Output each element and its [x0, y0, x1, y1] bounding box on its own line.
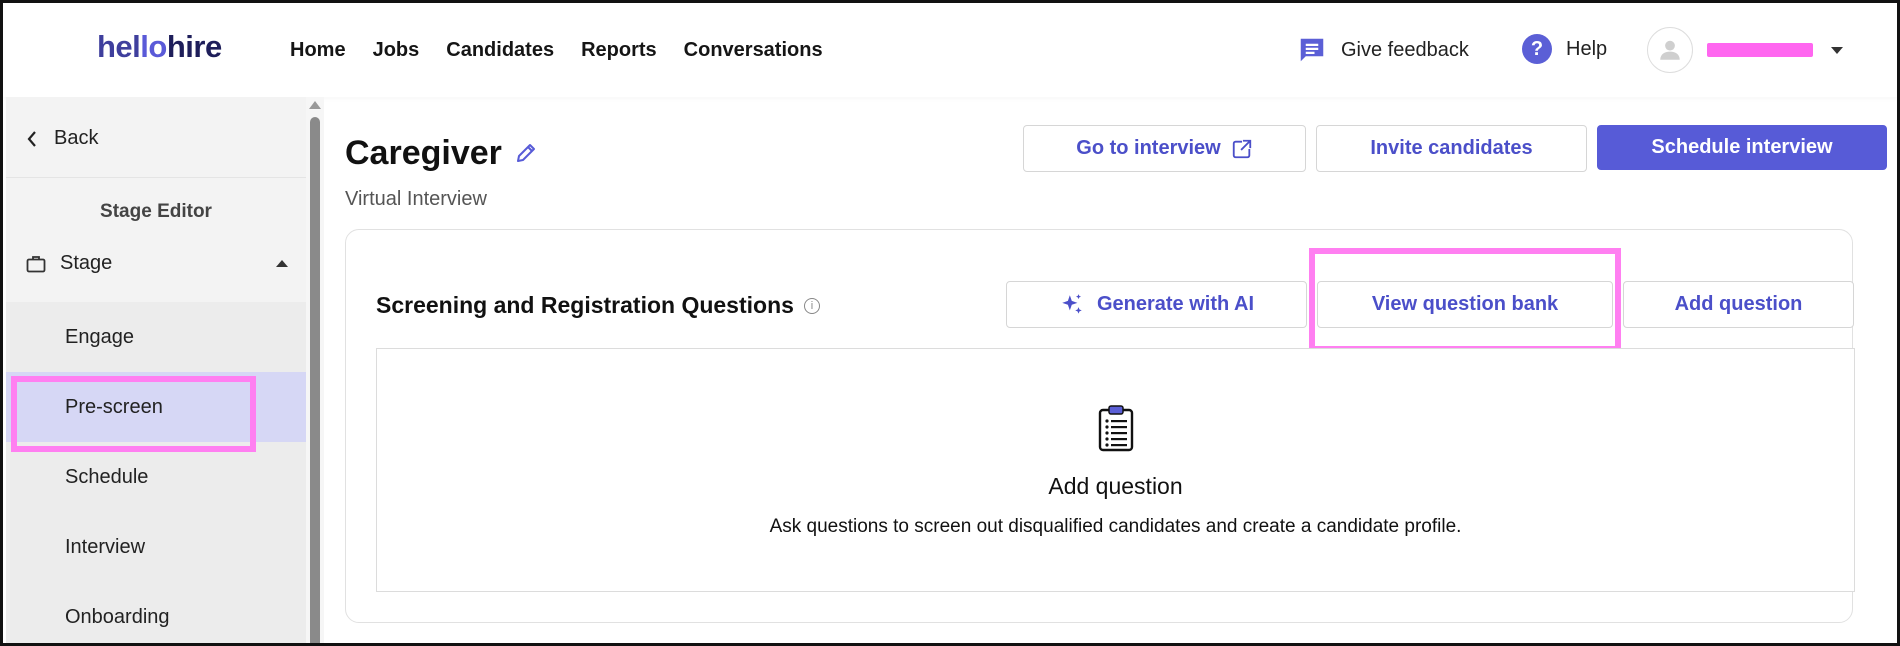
- help-label: Help: [1566, 37, 1608, 60]
- stage-item-label: Interview: [65, 535, 146, 558]
- stage-item-label: Schedule: [65, 465, 149, 488]
- empty-questions-state: [376, 348, 1855, 592]
- stage-section-toggle[interactable]: Stage: [26, 252, 296, 275]
- view-question-bank-button[interactable]: View question bank: [1317, 281, 1613, 328]
- stage-item-label: Engage: [65, 325, 134, 348]
- hellohire-logo[interactable]: hellohire: [97, 29, 222, 65]
- add-question-button[interactable]: Add question: [1623, 281, 1854, 328]
- app-window: hellohire Home Jobs Candidates Reports C…: [0, 0, 1900, 646]
- scroll-up-arrow-icon[interactable]: [309, 101, 321, 109]
- chevron-left-icon: [27, 130, 36, 147]
- top-navigation: hellohire Home Jobs Candidates Reports C…: [3, 3, 1897, 97]
- page-subtitle: Virtual Interview: [345, 188, 487, 210]
- avatar: [1647, 27, 1693, 73]
- view-question-bank-label: View question bank: [1371, 293, 1559, 315]
- stage-item-label: Onboarding: [65, 605, 170, 628]
- nav-reports[interactable]: Reports: [581, 39, 657, 62]
- sidebar-item-schedule[interactable]: Schedule: [6, 442, 306, 512]
- questions-section-title: Screening and Registration Questions i: [376, 292, 820, 319]
- briefcase-icon: [26, 255, 46, 272]
- scrollbar-thumb[interactable]: [310, 117, 320, 643]
- help-button[interactable]: ? Help: [1522, 34, 1607, 64]
- sidebar-item-onboarding[interactable]: Onboarding: [6, 582, 306, 643]
- pencil-edit-icon[interactable]: [514, 141, 538, 165]
- sidebar-divider: [6, 177, 306, 178]
- nav-home[interactable]: Home: [290, 39, 346, 62]
- stage-list: Engage Pre-screen Schedule Interview Onb…: [6, 302, 306, 643]
- section-title-text: Screening and Registration Questions: [376, 292, 794, 318]
- page-title: Caregiver: [345, 134, 502, 172]
- back-button[interactable]: Back: [26, 127, 98, 150]
- sparkles-icon: [1062, 293, 1082, 314]
- logo-text-hire: hire: [166, 29, 222, 64]
- feedback-label: Give feedback: [1341, 38, 1469, 61]
- generate-with-ai-label: Generate with AI: [1096, 293, 1255, 315]
- go-to-interview-button[interactable]: Go to interview: [1023, 125, 1306, 172]
- schedule-interview-label: Schedule interview: [1651, 136, 1833, 158]
- stage-item-label: Pre-screen: [65, 395, 163, 418]
- clipboard-list-icon: [1098, 405, 1134, 452]
- nav-jobs[interactable]: Jobs: [373, 39, 420, 62]
- feedback-icon: [1300, 38, 1324, 62]
- empty-state-title: Add question: [1048, 473, 1183, 499]
- external-link-icon: [1232, 138, 1252, 158]
- nav-conversations[interactable]: Conversations: [684, 39, 823, 62]
- stage-label: Stage: [60, 252, 113, 274]
- stage-sidebar: Back Stage Editor Stage Engage Pre-scree…: [6, 97, 306, 643]
- nav-candidates[interactable]: Candidates: [446, 39, 554, 62]
- stage-editor-heading: Stage Editor: [100, 201, 212, 222]
- main-nav: Home Jobs Candidates Reports Conversatio…: [290, 39, 850, 62]
- info-icon[interactable]: i: [803, 297, 820, 314]
- logo-text-lo: lo: [140, 29, 167, 64]
- help-icon: ?: [1522, 34, 1552, 64]
- logo-text-hel: hel: [97, 29, 141, 64]
- generate-with-ai-button[interactable]: Generate with AI: [1006, 281, 1307, 328]
- schedule-interview-button[interactable]: Schedule interview: [1597, 125, 1887, 170]
- empty-state-description: Ask questions to screen out disqualified…: [769, 516, 1462, 537]
- invite-candidates-label: Invite candidates: [1370, 137, 1533, 159]
- back-label: Back: [54, 127, 99, 149]
- user-menu[interactable]: ████████: [1647, 27, 1843, 73]
- add-question-label: Add question: [1674, 293, 1803, 315]
- chevron-down-icon: [1831, 46, 1843, 54]
- give-feedback-button[interactable]: Give feedback: [1297, 35, 1469, 65]
- invite-candidates-button[interactable]: Invite candidates: [1316, 125, 1587, 172]
- user-name-redacted: ████████: [1707, 43, 1813, 57]
- sidebar-item-pre-screen[interactable]: Pre-screen: [6, 372, 306, 442]
- sidebar-item-interview[interactable]: Interview: [6, 512, 306, 582]
- user-icon: [1660, 40, 1680, 60]
- chevron-up-icon: [276, 260, 288, 267]
- sidebar-item-engage[interactable]: Engage: [6, 302, 306, 372]
- go-to-interview-label: Go to interview: [1076, 137, 1221, 159]
